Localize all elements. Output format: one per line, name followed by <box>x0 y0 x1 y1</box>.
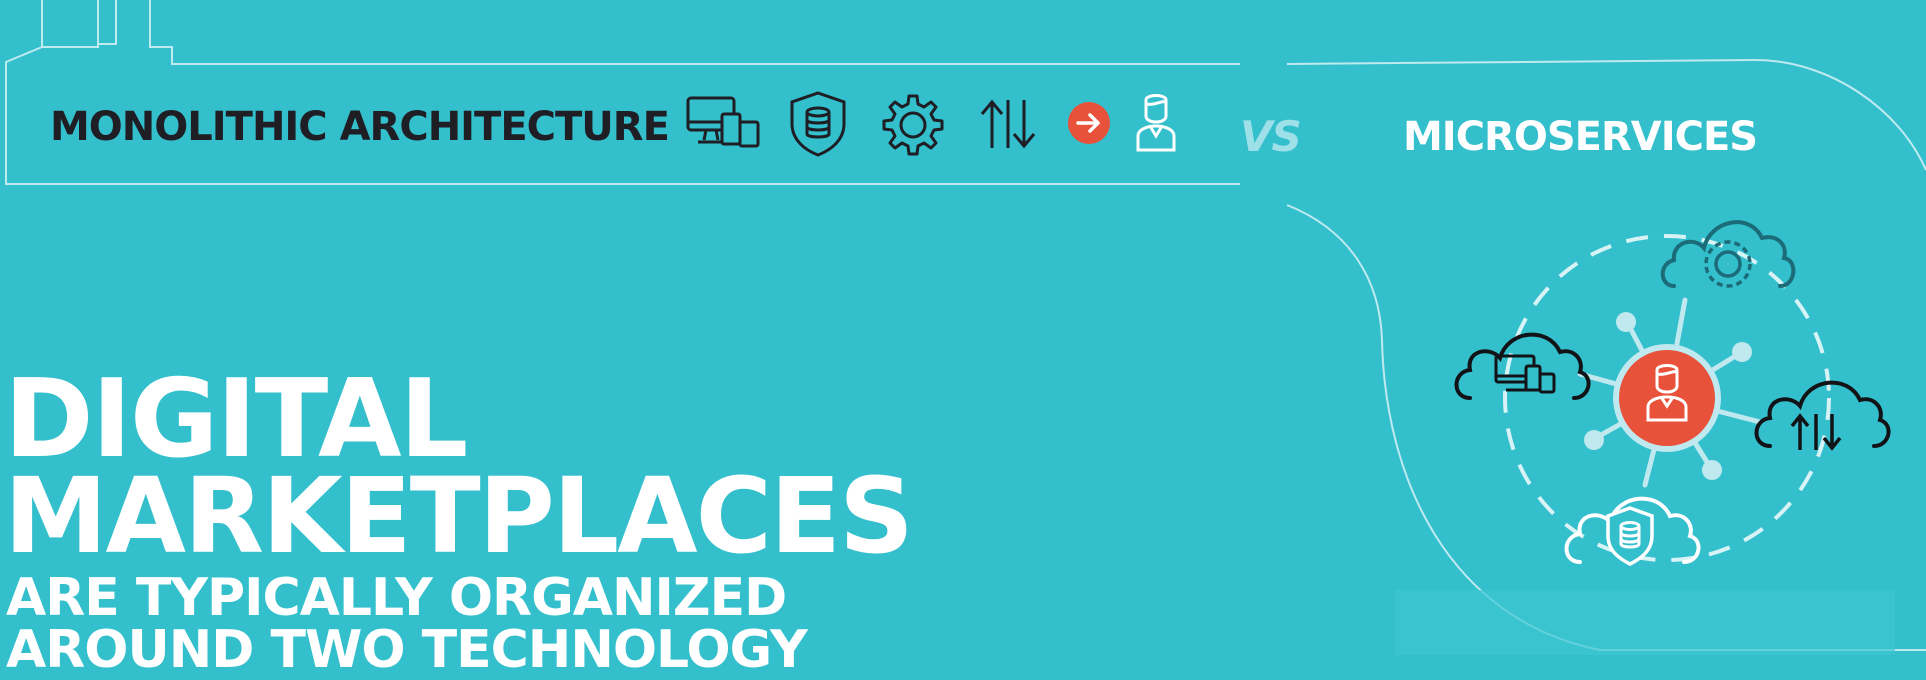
vs-label: VS <box>1240 112 1302 161</box>
database-shield-icon <box>790 91 846 157</box>
up-down-arrows-icon <box>980 99 1036 149</box>
arrow-right-icon <box>1068 102 1110 144</box>
microservices-diagram <box>1454 220 1891 566</box>
devices-icon <box>686 96 760 148</box>
subheadline-line-2: AROUND TWO TECHNOLOGY <box>6 620 808 680</box>
microservices-title: MICROSERVICES <box>1403 114 1758 160</box>
gear-icon <box>882 94 944 156</box>
cloud-devices-icon <box>1454 332 1591 400</box>
cloud-database-icon <box>1564 496 1701 566</box>
headline-line-2: MARKETPLACES <box>4 455 914 578</box>
subheadline-line-1: ARE TYPICALLY ORGANIZED <box>6 568 787 628</box>
monolithic-architecture-title: MONOLITHIC ARCHITECTURE <box>50 104 670 150</box>
subheadline: ARE TYPICALLY ORGANIZED AROUND TWO TECHN… <box>6 568 808 680</box>
headline: DIGITAL MARKETPLACES <box>4 365 914 578</box>
user-icon <box>1136 94 1176 152</box>
